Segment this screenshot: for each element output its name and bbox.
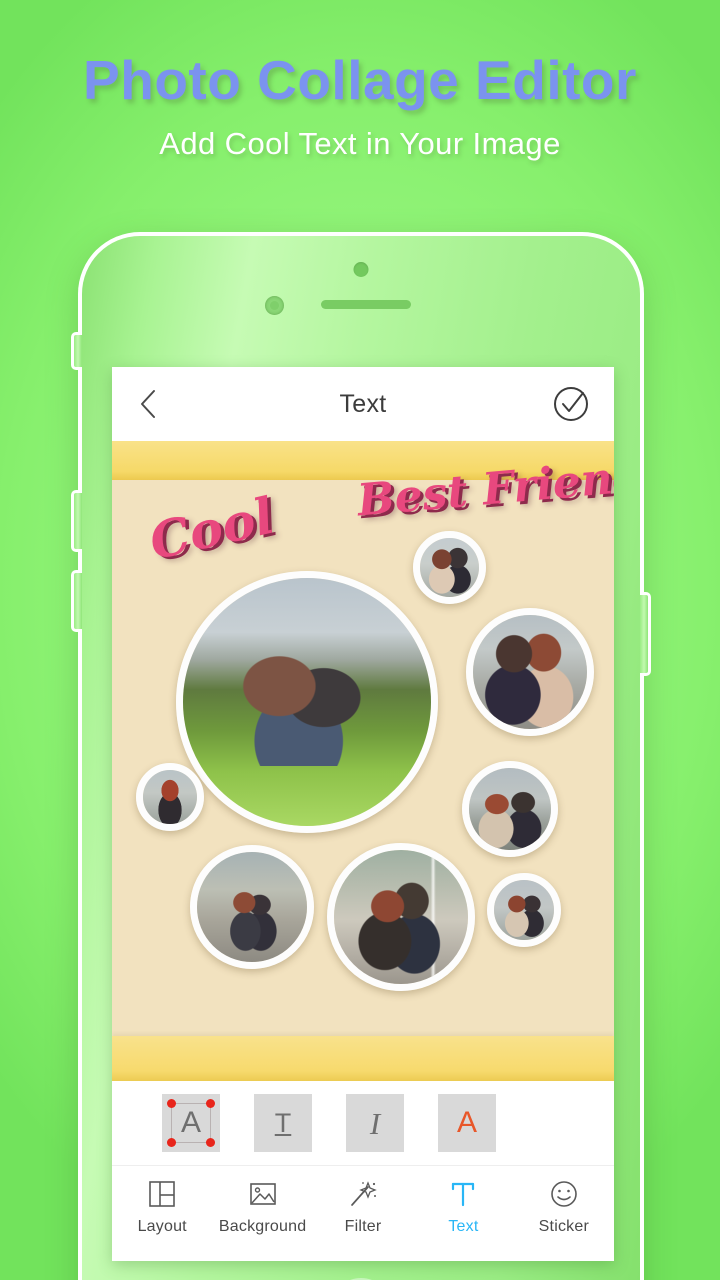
smiley-face-icon: [549, 1178, 579, 1210]
tool-text-color[interactable]: A: [438, 1094, 496, 1152]
handle-top-right[interactable]: [206, 1099, 215, 1108]
tool-text-select[interactable]: A: [162, 1094, 220, 1152]
phone-mockup: Text Cool Best Friend A T I A Layout Bac…: [71, 232, 651, 1280]
volume-down-button[interactable]: [71, 570, 82, 632]
photo-image: [494, 880, 554, 940]
tool-text-italic[interactable]: I: [346, 1094, 404, 1152]
image-icon: [248, 1178, 278, 1210]
check-circle-icon: [554, 387, 588, 421]
photo-image: [420, 538, 479, 597]
app-bar: Text: [112, 367, 614, 441]
photo-image: [143, 770, 197, 824]
nav-label: Background: [218, 1218, 307, 1235]
photo-pair-portrait[interactable]: [466, 608, 594, 736]
layout-grid-icon: [147, 1178, 177, 1210]
tool-glyph: T: [274, 1107, 292, 1138]
handle-bottom-right[interactable]: [206, 1138, 215, 1147]
nav-label: Filter: [344, 1218, 382, 1235]
bottom-navigation: Layout Background Filter Text Sticker: [112, 1166, 614, 1260]
tool-text-underline[interactable]: T: [254, 1094, 312, 1152]
done-button[interactable]: [550, 383, 592, 425]
text-t-icon: [448, 1178, 478, 1210]
handle-top-left[interactable]: [167, 1099, 176, 1108]
photo-image: [473, 615, 587, 729]
photo-image: [183, 578, 431, 826]
photo-alley-walk[interactable]: [190, 845, 314, 969]
page-title: Text: [339, 389, 387, 418]
photo-image: [469, 768, 551, 850]
nav-item-layout[interactable]: Layout: [112, 1178, 212, 1236]
photo-solo-windy[interactable]: [136, 763, 204, 831]
photo-sea-small[interactable]: [487, 873, 561, 947]
promo-header: Photo Collage Editor Add Cool Text in Yo…: [0, 0, 720, 162]
promo-subtitle: Add Cool Text in Your Image: [159, 125, 561, 161]
collage-canvas[interactable]: Cool Best Friend: [112, 441, 614, 1081]
selection-box-icon: [167, 1099, 215, 1147]
chevron-left-icon: [141, 390, 155, 418]
camera-dot-icon: [353, 262, 369, 277]
power-button[interactable]: [640, 592, 651, 676]
nav-item-text[interactable]: Text: [413, 1178, 513, 1236]
nav-item-filter[interactable]: Filter: [313, 1178, 413, 1236]
nav-label: Layout: [137, 1218, 187, 1235]
earpiece-speaker-icon: [321, 300, 411, 309]
nav-label: Text: [448, 1218, 479, 1235]
tool-glyph: I: [369, 1105, 381, 1141]
promo-title: Photo Collage Editor: [83, 49, 637, 111]
phone-screen: Text Cool Best Friend A T I A Layout Bac…: [112, 367, 614, 1261]
handle-bottom-left[interactable]: [167, 1138, 176, 1147]
photo-street-sitting[interactable]: [327, 843, 475, 991]
nav-label: Sticker: [538, 1218, 589, 1235]
photo-image: [197, 852, 307, 962]
volume-up-button[interactable]: [71, 490, 82, 552]
silent-switch-button[interactable]: [71, 332, 82, 370]
photo-seaside-walk[interactable]: [462, 761, 558, 857]
nav-item-background[interactable]: Background: [212, 1178, 312, 1236]
app-promo-screenshot: Photo Collage Editor Add Cool Text in Yo…: [0, 0, 720, 1280]
back-button[interactable]: [132, 387, 166, 421]
proximity-sensor-icon: [265, 296, 284, 315]
photo-image: [334, 850, 468, 984]
nav-item-sticker[interactable]: Sticker: [514, 1178, 614, 1236]
tool-glyph: A: [456, 1106, 477, 1139]
text-style-toolbar: A T I A: [112, 1081, 614, 1166]
magic-wand-icon: [348, 1178, 378, 1210]
photo-park-large[interactable]: [176, 571, 438, 833]
photo-top-small[interactable]: [413, 531, 486, 604]
